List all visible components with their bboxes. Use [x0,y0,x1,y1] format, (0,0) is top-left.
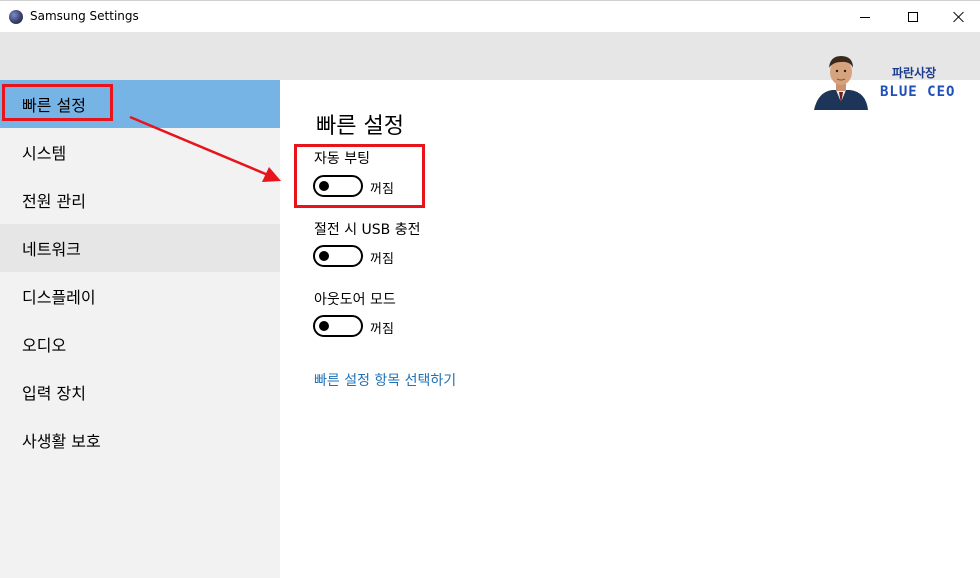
watermark-english: BLUE CEO [880,84,956,100]
sidebar-item-audio[interactable]: 오디오 [0,320,280,368]
sidebar-item-label: 시스템 [22,144,67,163]
minimize-icon [860,16,870,18]
close-button[interactable] [936,1,980,33]
sidebar-item-display[interactable]: 디스플레이 [0,272,280,320]
sidebar-item-system[interactable]: 시스템 [0,128,280,176]
sidebar-item-label: 입력 장치 [22,384,86,403]
sidebar: 빠른 설정 시스템 전원 관리 네트워크 디스플레이 오디오 입력 장치 사생활… [0,80,280,578]
outdoor-mode-state: 꺼짐 [370,322,394,337]
blue-ceo-watermark: 파란사장 BLUE CEO [808,50,968,112]
sidebar-item-label: 오디오 [22,336,67,355]
select-quick-settings-link[interactable]: 빠른 설정 항목 선택하기 [314,370,456,390]
sidebar-item-privacy[interactable]: 사생활 보호 [0,416,280,464]
window-title: Samsung Settings [30,9,139,23]
usb-charging-state: 꺼짐 [370,252,394,267]
annotation-box-sidebar [2,84,113,121]
page-title: 빠른 설정 [316,114,404,139]
toggle-knob [319,251,329,261]
sidebar-item-label: 전원 관리 [22,192,86,211]
close-icon [953,11,965,23]
watermark-korean: 파란사장 [892,66,937,80]
maximize-button[interactable] [890,1,936,33]
sidebar-item-input-devices[interactable]: 입력 장치 [0,368,280,416]
maximize-icon [908,12,918,22]
sidebar-item-label: 네트워크 [22,240,81,259]
sidebar-item-power[interactable]: 전원 관리 [0,176,280,224]
samsung-settings-window: Samsung Settings 빠른 설정 시스템 전원 관리 네트워크 디스… [0,0,980,578]
sidebar-item-network[interactable]: 네트워크 [0,224,280,272]
sidebar-item-label: 디스플레이 [22,288,96,307]
outdoor-mode-label: 아웃도어 모드 [314,292,396,308]
portrait-icon [814,56,868,110]
usb-charging-label: 절전 시 USB 충전 [314,222,421,238]
minimize-button[interactable] [842,1,888,33]
title-bar: Samsung Settings [0,0,980,32]
samsung-settings-icon [9,10,23,24]
usb-charging-toggle[interactable] [313,245,363,267]
annotation-box-auto-boot [294,144,425,208]
outdoor-mode-toggle[interactable] [313,315,363,337]
sidebar-item-label: 사생활 보호 [22,432,101,451]
toggle-knob [319,321,329,331]
